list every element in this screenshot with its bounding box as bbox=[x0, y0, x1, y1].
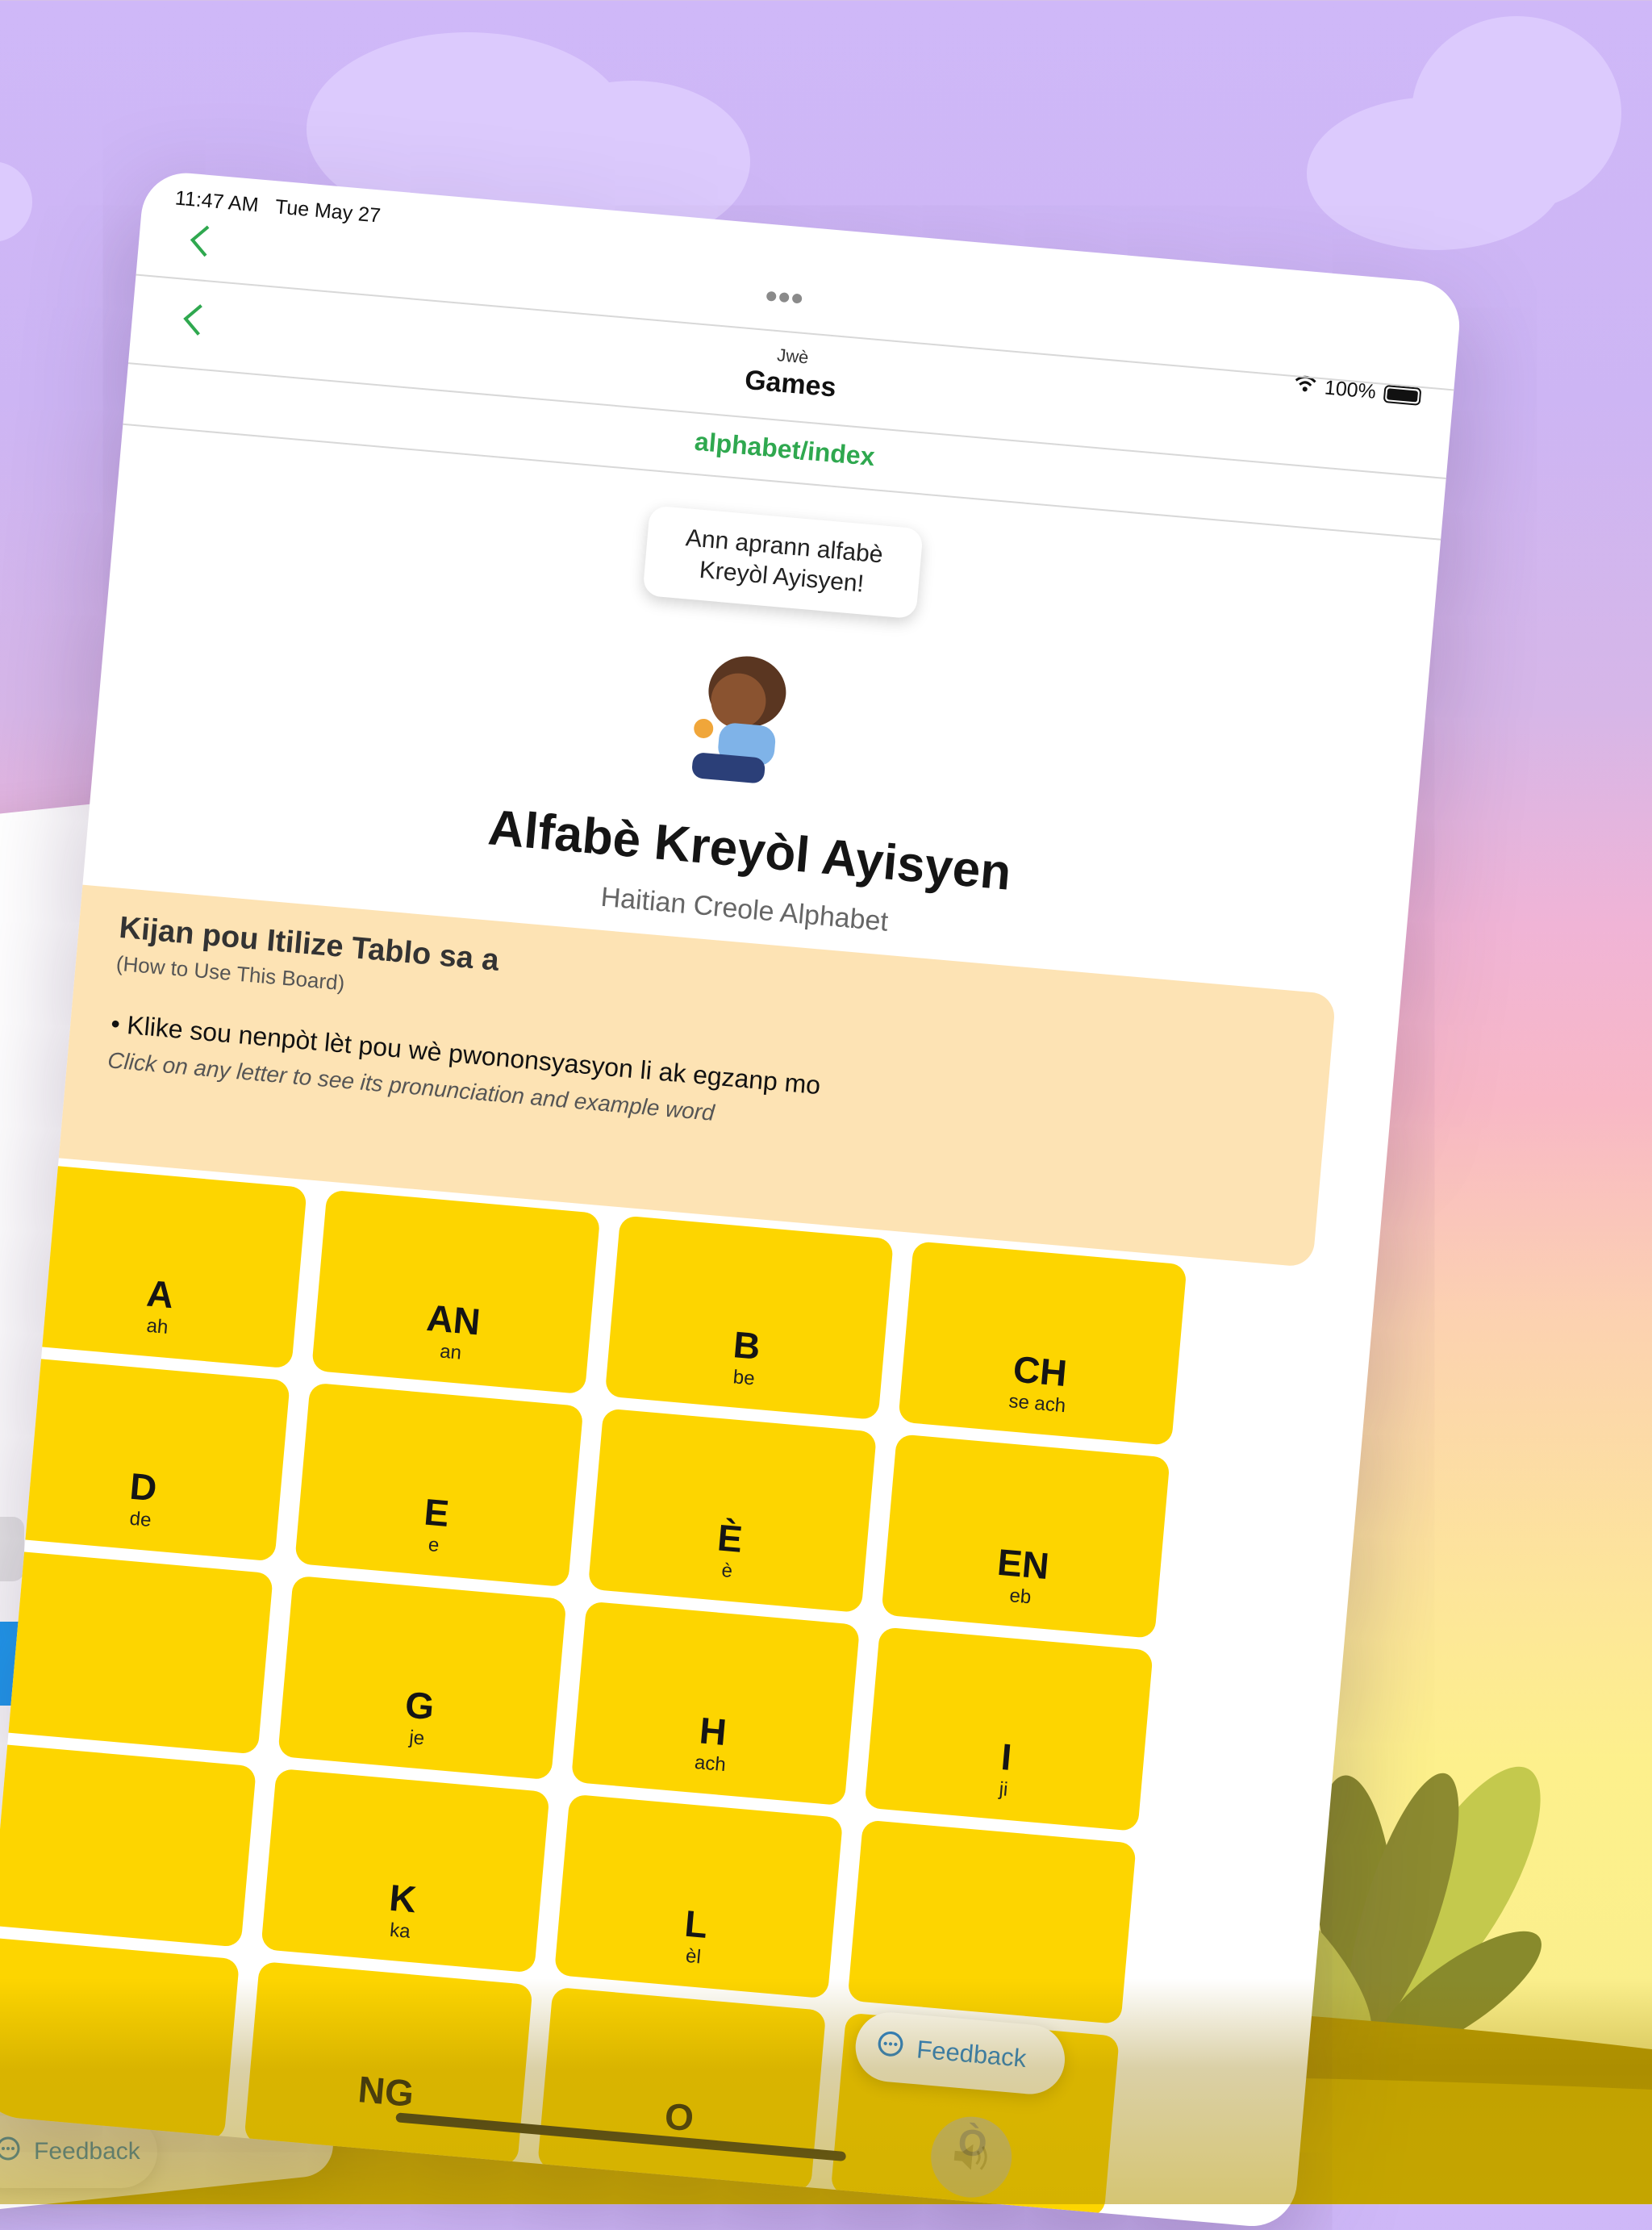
letter-tile[interactable]: AN an bbox=[311, 1189, 601, 1395]
letter-text bbox=[855, 1916, 1128, 1940]
side-pill bbox=[0, 1517, 24, 1581]
speech-bubble: Ann aprann alfabè Kreyòl Ayisyen! bbox=[642, 505, 924, 620]
letter-tile[interactable]: CH se ach bbox=[898, 1241, 1187, 1446]
letter-tile[interactable]: NG bbox=[244, 1961, 533, 2166]
letter-pronunciation bbox=[851, 1960, 1124, 1984]
letter-tile[interactable]: O bbox=[536, 1986, 827, 2192]
letter-text bbox=[0, 2032, 232, 2057]
letter-tile[interactable]: Gje bbox=[277, 1575, 567, 1781]
status-time: 11:47 AM Tue May 27 bbox=[173, 186, 382, 228]
letter-tile[interactable]: Bbe bbox=[604, 1215, 894, 1421]
letter-text: NG bbox=[356, 2068, 416, 2115]
letter-tile[interactable] bbox=[847, 1819, 1137, 2025]
letter-pronunciation bbox=[0, 1689, 261, 1714]
letter-text bbox=[0, 1839, 248, 1863]
letter-tile[interactable]: Aah bbox=[18, 1163, 307, 1369]
letter-tile[interactable]: Ee bbox=[294, 1382, 584, 1588]
ipad-screen: 11:47 AM Tue May 27 100% Jwè Games alpha… bbox=[0, 169, 1463, 2230]
child-illustration bbox=[692, 656, 786, 783]
cloud bbox=[0, 161, 32, 242]
back-button[interactable] bbox=[186, 222, 214, 269]
letter-tile[interactable] bbox=[0, 1549, 273, 1755]
letter-tile[interactable]: Èè bbox=[587, 1408, 878, 1614]
letter-tile[interactable]: Hach bbox=[570, 1601, 861, 1806]
letter-tile[interactable]: Dde bbox=[1, 1356, 290, 1562]
letter-tile[interactable]: Kka bbox=[261, 1768, 550, 1973]
letter-tile[interactable]: Iji bbox=[864, 1627, 1153, 1832]
feedback-label: Feedback bbox=[916, 2035, 1028, 2073]
chat-bubble-icon bbox=[875, 2029, 906, 2065]
letter-tile[interactable] bbox=[0, 1936, 240, 2140]
chat-bubble-icon bbox=[0, 2136, 21, 2168]
cloud bbox=[1412, 16, 1621, 210]
letter-tile[interactable]: Lèl bbox=[553, 1794, 844, 1999]
letter-tile[interactable]: EN eb bbox=[881, 1434, 1170, 1639]
feedback-label-left: Feedback bbox=[34, 2138, 140, 2165]
letter-pronunciation bbox=[0, 1882, 244, 1906]
letter-tile[interactable] bbox=[0, 1742, 257, 1948]
letter-pronunciation bbox=[0, 2075, 227, 2099]
more-dots-icon[interactable] bbox=[765, 281, 804, 311]
chevron-left-icon bbox=[190, 225, 210, 257]
letter-text bbox=[0, 1646, 265, 1670]
